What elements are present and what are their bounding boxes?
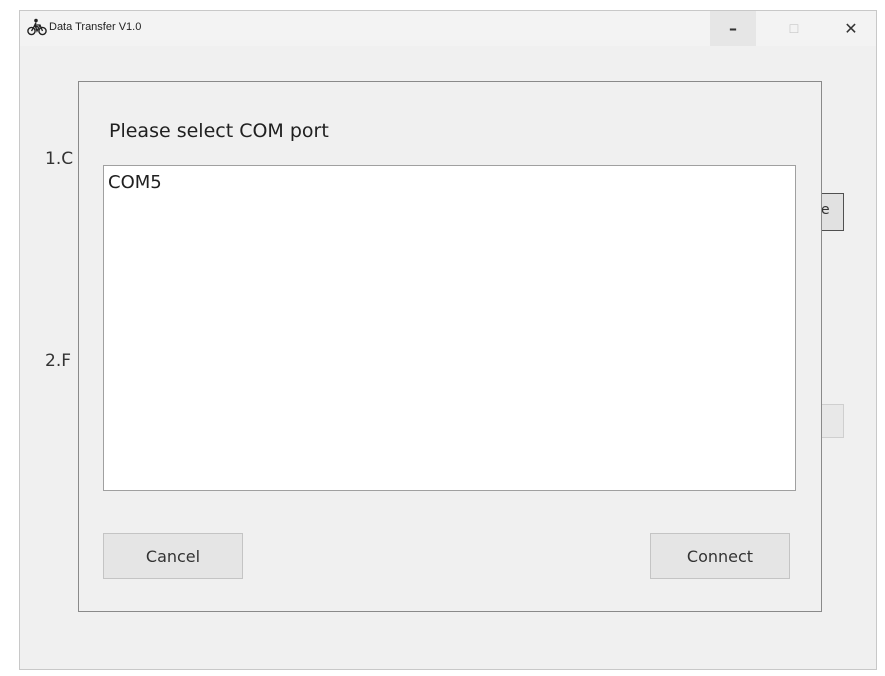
minimize-button[interactable]: – [710, 11, 756, 46]
dialog-title: Please select COM port [109, 120, 329, 142]
window-title: Data Transfer V1.0 [49, 21, 142, 33]
maximize-icon: ☐ [788, 21, 800, 36]
title-bar: Data Transfer V1.0 – ☐ ✕ [20, 11, 876, 46]
app-window: Data Transfer V1.0 – ☐ ✕ 1.C 2.F e Pleas… [19, 10, 877, 670]
minimize-icon: – [729, 19, 737, 38]
step1-label: 1.C [45, 149, 74, 169]
step1-button-label: e [821, 202, 830, 218]
step2-button[interactable] [820, 404, 844, 438]
close-button[interactable]: ✕ [828, 11, 874, 46]
list-item[interactable]: COM5 [108, 172, 162, 193]
cancel-button[interactable]: Cancel [103, 533, 243, 579]
step1-button[interactable]: e [820, 193, 844, 231]
com-port-list[interactable]: COM5 [103, 165, 796, 491]
com-port-dialog: Please select COM port COM5 Cancel Conne… [78, 81, 822, 612]
close-icon: ✕ [844, 19, 858, 38]
connect-button[interactable]: Connect [650, 533, 790, 579]
maximize-button[interactable]: ☐ [771, 11, 817, 46]
step2-label: 2.F [45, 351, 71, 371]
cyclist-icon [27, 18, 47, 36]
